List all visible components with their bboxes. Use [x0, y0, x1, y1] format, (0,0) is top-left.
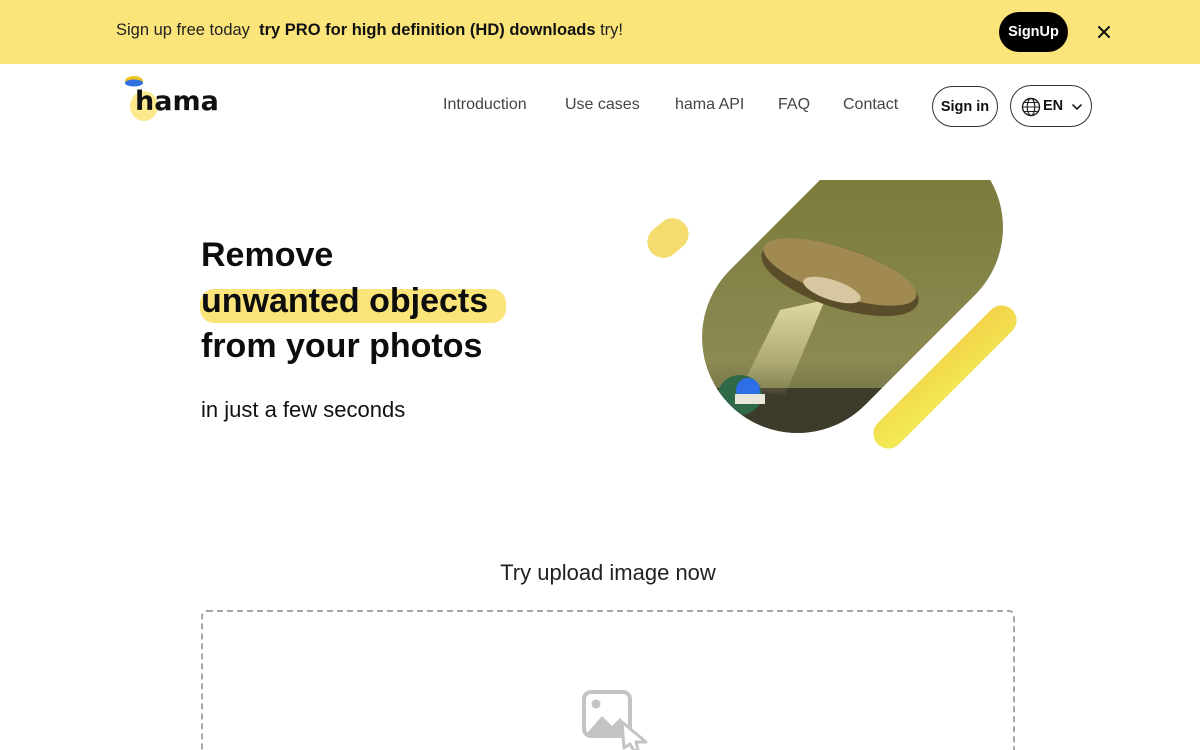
promo-text: Sign up free today try PRO for high defi… [116, 21, 623, 40]
decor-pill [647, 218, 689, 258]
language-label: EN [1043, 98, 1064, 114]
nav-contact[interactable]: Contact [843, 96, 898, 114]
nav-use-cases[interactable]: Use cases [565, 96, 640, 114]
nav-introduction[interactable]: Introduction [443, 96, 527, 114]
language-selector[interactable]: EN [1010, 85, 1092, 127]
hero-subtitle: in just a few seconds [201, 397, 406, 422]
hero-title-line2: unwanted objects [201, 282, 489, 320]
promo-banner: Sign up free today try PRO for high defi… [0, 0, 1200, 64]
logo-text[interactable]: hama [135, 86, 219, 117]
hero-title-line1: Remove [201, 236, 334, 274]
image-upload-icon [582, 690, 648, 750]
signup-button[interactable]: SignUp [999, 12, 1068, 52]
signin-button[interactable]: Sign in [932, 86, 998, 127]
hero-illustration [647, 180, 1017, 449]
ufo-photo [702, 180, 1003, 433]
nav-faq[interactable]: FAQ [778, 96, 810, 114]
chevron-down-icon [1072, 104, 1082, 110]
promo-text-bold: try PRO for high definition (HD) downloa… [259, 21, 596, 39]
globe-icon [1021, 97, 1041, 117]
hero-title-line3: from your photos [201, 327, 483, 365]
upload-title: Try upload image now [500, 560, 716, 585]
close-icon[interactable] [1092, 20, 1116, 44]
promo-text-suffix: try! [600, 21, 624, 39]
promo-text-prefix: Sign up free today [116, 21, 250, 39]
nav-hama-api[interactable]: hama API [675, 96, 744, 114]
